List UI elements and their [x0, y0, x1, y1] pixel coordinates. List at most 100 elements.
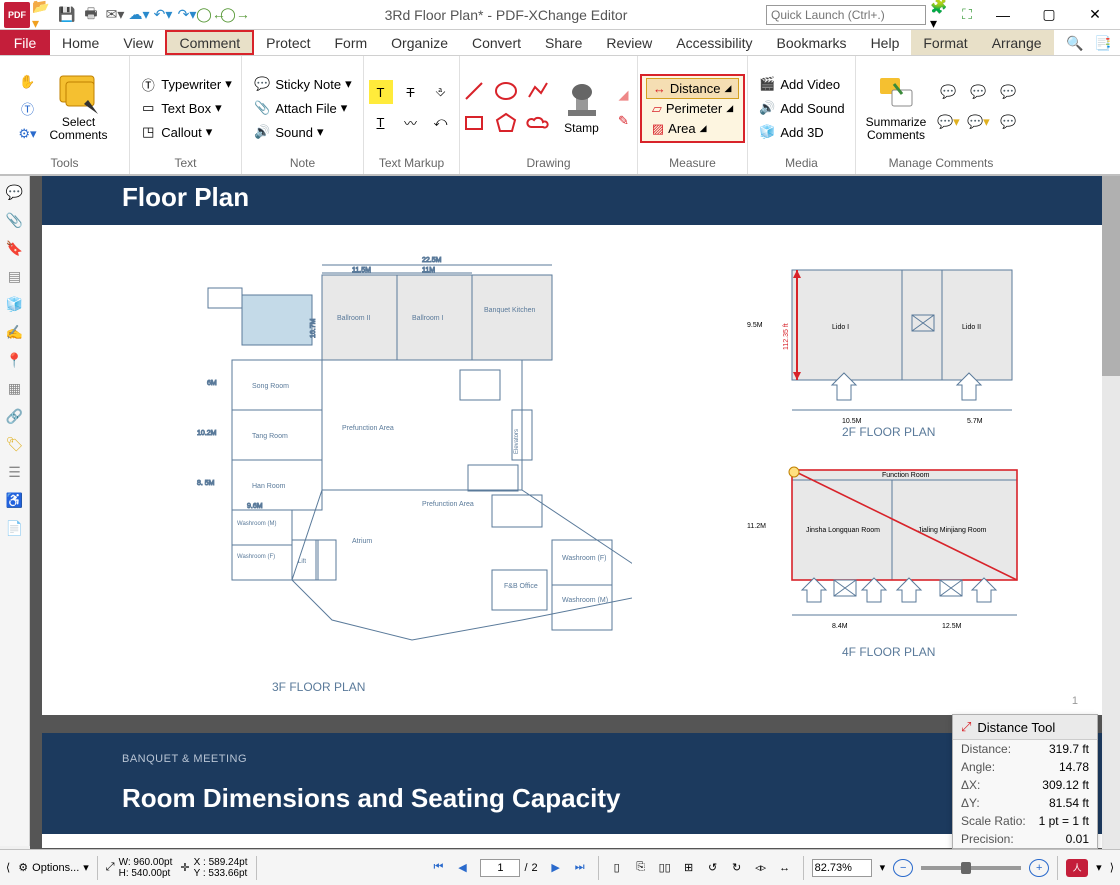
- undo-icon[interactable]: ↶▾: [152, 4, 174, 26]
- menu-format[interactable]: Format: [911, 30, 979, 55]
- highlight-icon[interactable]: T: [369, 80, 393, 104]
- first-page-icon[interactable]: ⏮: [428, 859, 448, 877]
- menu-help[interactable]: Help: [859, 30, 912, 55]
- tools-gear-icon[interactable]: ⚙▾: [15, 122, 39, 146]
- current-page-input[interactable]: [480, 859, 520, 877]
- polygon-icon[interactable]: [494, 111, 518, 135]
- ui-options-icon[interactable]: 🧩▾: [930, 4, 952, 26]
- pdf-badge-icon[interactable]: 人: [1066, 859, 1088, 877]
- open-icon[interactable]: 📂▾: [32, 4, 54, 26]
- summarize-comments-button[interactable]: Summarize Comments: [860, 70, 933, 146]
- fields-pane-icon[interactable]: ▤: [3, 264, 27, 288]
- close-button[interactable]: ✕: [1074, 1, 1116, 29]
- hand-tool-icon[interactable]: ✋: [15, 70, 39, 94]
- comments-pane-icon[interactable]: 💬: [3, 180, 27, 204]
- menu-view[interactable]: View: [111, 30, 165, 55]
- redo-icon[interactable]: ↷▾: [176, 4, 198, 26]
- rotate-cw-icon[interactable]: ↻: [727, 859, 747, 877]
- email-icon[interactable]: ✉▾: [104, 4, 126, 26]
- zoom-slider-thumb[interactable]: [961, 862, 971, 874]
- zoom-input[interactable]: [812, 859, 872, 877]
- rotate-ccw-icon[interactable]: ↺: [703, 859, 723, 877]
- import-comments-icon[interactable]: 💬: [936, 80, 960, 104]
- minimize-button[interactable]: ―: [982, 1, 1024, 29]
- document-area[interactable]: Floor Plan: [30, 176, 1120, 849]
- menu-accessibility[interactable]: Accessibility: [664, 30, 764, 55]
- stamp-button[interactable]: Stamp: [556, 76, 608, 139]
- menu-form[interactable]: Form: [323, 30, 380, 55]
- file-menu[interactable]: File: [0, 30, 50, 55]
- find-icon[interactable]: 🔍: [1064, 32, 1086, 54]
- thumbnails-pane-icon[interactable]: ▦: [3, 376, 27, 400]
- menu-arrange[interactable]: Arrange: [980, 30, 1054, 55]
- distance-button[interactable]: ↔Distance◢: [646, 78, 739, 99]
- comment-styles-icon[interactable]: 💬: [996, 110, 1020, 134]
- menu-review[interactable]: Review: [594, 30, 664, 55]
- sticky-note-button[interactable]: 💬Sticky Note▾: [249, 73, 355, 95]
- prev-page-icon[interactable]: ◀: [452, 859, 472, 877]
- oval-icon[interactable]: [494, 79, 518, 103]
- comments-list-icon[interactable]: 💬▾: [966, 110, 990, 134]
- links-pane-icon[interactable]: 🔗: [3, 404, 27, 428]
- add-video-button[interactable]: 🎬Add Video: [754, 73, 848, 95]
- signatures-pane-icon[interactable]: ✍: [3, 320, 27, 344]
- add-sound-button[interactable]: 🔊Add Sound: [754, 97, 848, 119]
- bookmarks-pane-icon[interactable]: 🔖: [3, 236, 27, 260]
- menu-protect[interactable]: Protect: [254, 30, 322, 55]
- attach-file-button[interactable]: 📎Attach File▾: [249, 97, 355, 119]
- attachments-pane-icon[interactable]: 📎: [3, 208, 27, 232]
- pencil-icon[interactable]: ✎: [612, 109, 636, 133]
- 3d-pane-icon[interactable]: 🧊: [3, 292, 27, 316]
- menu-comment[interactable]: Comment: [165, 30, 254, 55]
- text-select-icon[interactable]: Ⓣ: [15, 96, 39, 120]
- eraser-icon[interactable]: ◢: [612, 83, 636, 107]
- forward-icon[interactable]: ◯→: [224, 4, 246, 26]
- perimeter-button[interactable]: ▱Perimeter◢: [646, 99, 739, 119]
- content-pane-icon[interactable]: 📄: [3, 516, 27, 540]
- insert-text-icon[interactable]: ⎀: [429, 80, 453, 104]
- vertical-scrollbar[interactable]: [1102, 176, 1120, 849]
- zoom-in-icon[interactable]: +: [1029, 859, 1049, 877]
- zoom-out-icon[interactable]: −: [893, 859, 913, 877]
- typewriter-button[interactable]: ⓉTypewriter▾: [135, 73, 236, 95]
- menu-bookmarks[interactable]: Bookmarks: [765, 30, 859, 55]
- flatten-comments-icon[interactable]: 💬▾: [936, 110, 960, 134]
- sound-button[interactable]: 🔊Sound▾: [249, 121, 355, 143]
- accessibility-pane-icon[interactable]: ♿: [3, 488, 27, 512]
- quick-launch-input[interactable]: [766, 5, 926, 25]
- continuous-icon[interactable]: ⎘: [631, 859, 651, 877]
- fit-width-icon[interactable]: ↔: [775, 859, 795, 877]
- options-button[interactable]: Options...: [32, 862, 79, 874]
- callout-button[interactable]: ◳Callout▾: [135, 121, 236, 143]
- underline-icon[interactable]: T: [369, 110, 393, 134]
- polyline-icon[interactable]: [526, 79, 550, 103]
- search-icon[interactable]: 📑: [1092, 32, 1114, 54]
- fit-page-icon[interactable]: ◃▹: [751, 859, 771, 877]
- add-3d-button[interactable]: 🧊Add 3D: [754, 121, 848, 143]
- cloud-icon[interactable]: ☁▾: [128, 4, 150, 26]
- expand-icon[interactable]: ⛶: [956, 4, 978, 26]
- select-comments-button[interactable]: Select Comments: [43, 70, 113, 146]
- last-page-icon[interactable]: ⏭: [570, 859, 590, 877]
- layers-pane-icon[interactable]: ☰: [3, 460, 27, 484]
- tags-pane-icon[interactable]: 🏷: [3, 432, 27, 456]
- print-icon[interactable]: 🖶: [80, 4, 102, 26]
- line-icon[interactable]: [462, 79, 486, 103]
- zoom-slider[interactable]: [921, 866, 1021, 870]
- next-page-icon[interactable]: ▶: [546, 859, 566, 877]
- two-page-icon[interactable]: ▯▯: [655, 859, 675, 877]
- menu-convert[interactable]: Convert: [460, 30, 533, 55]
- save-icon[interactable]: 💾: [56, 4, 78, 26]
- rect-icon[interactable]: [462, 111, 486, 135]
- scrollbar-thumb[interactable]: [1102, 176, 1120, 376]
- menu-organize[interactable]: Organize: [379, 30, 460, 55]
- expand-handle[interactable]: ⟩: [1110, 861, 1114, 874]
- options-gear-icon[interactable]: ⚙: [18, 861, 28, 874]
- strikeout-icon[interactable]: T: [399, 80, 423, 104]
- show-comments-icon[interactable]: 💬: [996, 80, 1020, 104]
- replace-text-icon[interactable]: ⤺: [429, 110, 453, 134]
- distance-tool-popup[interactable]: ⤢ Distance Tool Distance:319.7 ft Angle:…: [952, 714, 1098, 849]
- back-icon[interactable]: ◯←: [200, 4, 222, 26]
- single-page-icon[interactable]: ▯: [607, 859, 627, 877]
- cloud-shape-icon[interactable]: [526, 111, 550, 135]
